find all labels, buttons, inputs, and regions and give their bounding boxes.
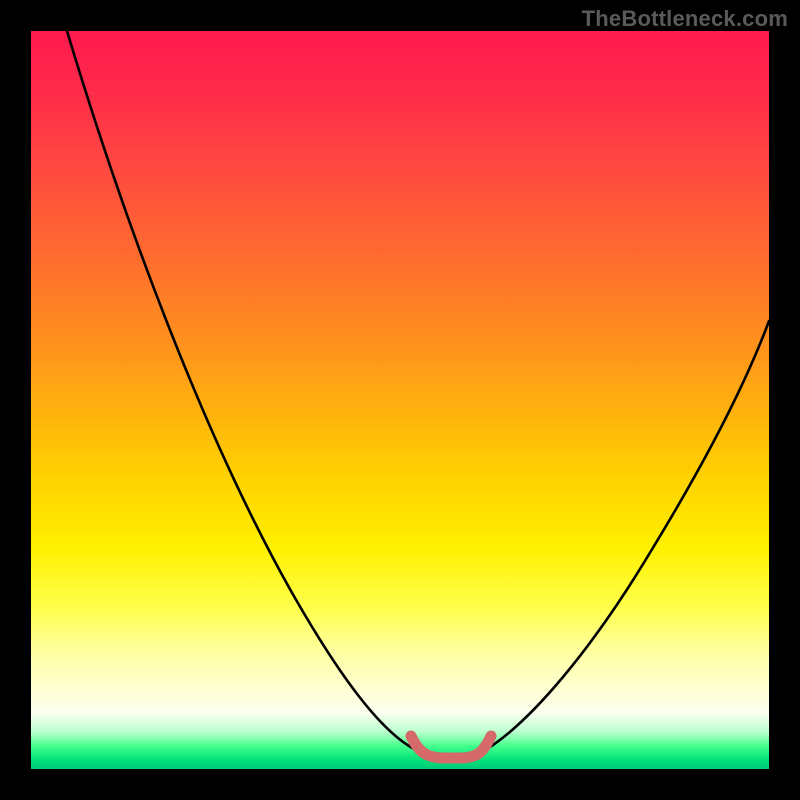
curve-left-branch <box>67 31 414 749</box>
watermark-text: TheBottleneck.com <box>582 6 788 32</box>
chart-curves-svg <box>31 31 769 769</box>
curve-optimum-band <box>411 736 491 758</box>
curve-right-branch <box>487 321 769 749</box>
chart-plot-area <box>31 31 769 769</box>
